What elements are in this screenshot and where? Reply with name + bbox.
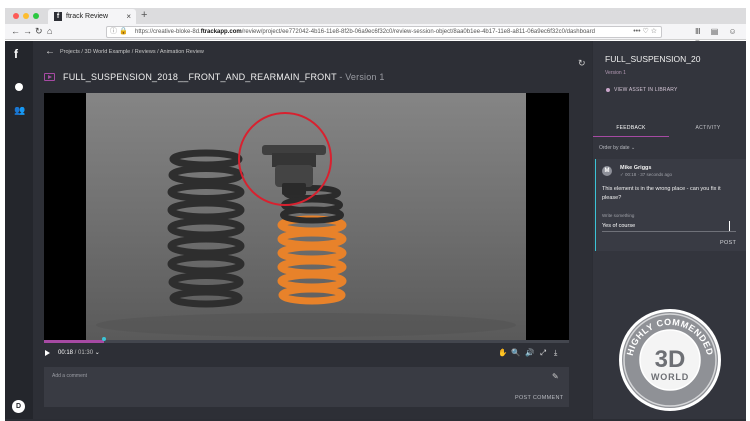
review-version: Version 1: [605, 70, 626, 76]
close-tab-icon[interactable]: ×: [126, 11, 131, 22]
feedback-item[interactable]: M Mike Griggs ✓ 00:18 · 37 seconds ago T…: [595, 159, 746, 251]
feedback-message: This element is in the wrong place - can…: [602, 186, 721, 201]
reply-input[interactable]: [602, 221, 730, 231]
feedback-author: Mike Griggs: [620, 165, 652, 171]
back-arrow-icon[interactable]: ←: [45, 46, 55, 57]
highly-commended-3d-world-badge: HIGHLY COMMENDED 3D WORLD: [619, 309, 721, 411]
order-by-select[interactable]: Order by date ⌄: [599, 145, 635, 152]
home-icon[interactable]: ⌂: [47, 26, 52, 37]
left-navigation: f 👥 D: [5, 41, 33, 419]
post-comment-button[interactable]: POST COMMENT: [515, 394, 563, 402]
forward-icon[interactable]: →: [23, 26, 32, 37]
library-icon: [606, 87, 610, 92]
users-icon[interactable]: 👥: [14, 105, 25, 115]
video-media-icon: [44, 73, 55, 81]
close-window-button[interactable]: [13, 13, 19, 19]
back-icon[interactable]: ←: [11, 26, 20, 37]
draw-pen-icon[interactable]: ✎: [552, 372, 559, 382]
feedback-timestamp[interactable]: ✓ 00:18 · 37 seconds ago: [620, 172, 672, 178]
play-button[interactable]: [45, 350, 50, 356]
badge-world-text: WORLD: [651, 372, 689, 382]
download-icon[interactable]: ⤓: [554, 348, 557, 358]
tab-title: ftrack Review: [66, 13, 109, 20]
minimize-window-button[interactable]: [23, 13, 29, 19]
ftrack-logo-icon[interactable]: f: [14, 47, 18, 61]
ftrack-favicon-icon: f: [54, 12, 62, 21]
url-text: https://creative-bloke-8d.ftrackapp.com/…: [135, 29, 595, 35]
badge-3d-text: 3D: [655, 346, 686, 373]
post-reply-button[interactable]: POST: [720, 240, 736, 247]
volume-icon[interactable]: 🔊: [525, 348, 534, 358]
browser-tab[interactable]: f ftrack Review ×: [48, 9, 136, 24]
annotate-hand-icon[interactable]: ✋: [498, 348, 507, 358]
author-avatar: M: [602, 166, 612, 176]
nav-review-icon[interactable]: [15, 83, 23, 91]
dark-spring: [167, 149, 245, 308]
new-tab-icon[interactable]: +: [141, 9, 147, 22]
tab-activity[interactable]: ACTIVITY: [670, 123, 746, 137]
suspension-springs-render: [96, 112, 516, 337]
panel-tabs: FEEDBACK ACTIVITY: [593, 123, 746, 137]
reload-icon[interactable]: ↻: [35, 26, 43, 37]
view-asset-in-library-link[interactable]: VIEW ASSET IN LIBRARY: [606, 87, 677, 94]
player-controls: 00:18 / 01:30 ⌄ ✋ 🔍 🔊 ⤢ ⤓: [44, 346, 569, 362]
maximize-window-button[interactable]: [33, 13, 39, 19]
media-viewer[interactable]: [44, 93, 569, 340]
user-avatar[interactable]: D: [12, 400, 25, 413]
breadcrumb[interactable]: Projects / 3D World Example / Reviews / …: [60, 48, 204, 56]
review-main-area: ← Projects / 3D World Example / Reviews …: [33, 41, 592, 419]
refresh-icon[interactable]: ↻: [578, 58, 586, 68]
reply-label: Write something: [602, 213, 635, 218]
viewport-frame: [86, 93, 526, 340]
comment-marker[interactable]: [102, 337, 107, 341]
tab-feedback[interactable]: FEEDBACK: [593, 123, 669, 137]
comment-input[interactable]: [52, 371, 532, 381]
zoom-icon[interactable]: 🔍: [511, 348, 520, 358]
timecode: 00:18 / 01:30 ⌄: [58, 350, 100, 356]
browser-tab-bar: f ftrack Review × +: [5, 8, 746, 24]
site-info-icon[interactable]: ⓘ 🔒: [110, 27, 128, 37]
reply-divider: [602, 231, 736, 232]
fullscreen-icon[interactable]: ⤢: [540, 348, 546, 358]
review-panel-title: FULL_SUSPENSION_20: [605, 54, 701, 64]
asset-title: FULL_SUSPENSION_2018__FRONT_AND_REARMAIN…: [63, 72, 385, 82]
playback-progress-fill: [44, 340, 105, 343]
playback-progress-bar[interactable]: [44, 337, 569, 343]
browser-nav-bar: ← → ↻ ⌂ ⓘ 🔒 https://creative-bloke-8d.ft…: [5, 24, 746, 47]
orange-spring: [277, 215, 347, 305]
comment-box: ✎ POST COMMENT: [44, 367, 569, 407]
address-bar[interactable]: ⓘ 🔒 https://creative-bloke-8d.ftrackapp.…: [106, 26, 662, 38]
page-actions-icon[interactable]: ••• ♡ ☆: [633, 27, 657, 37]
